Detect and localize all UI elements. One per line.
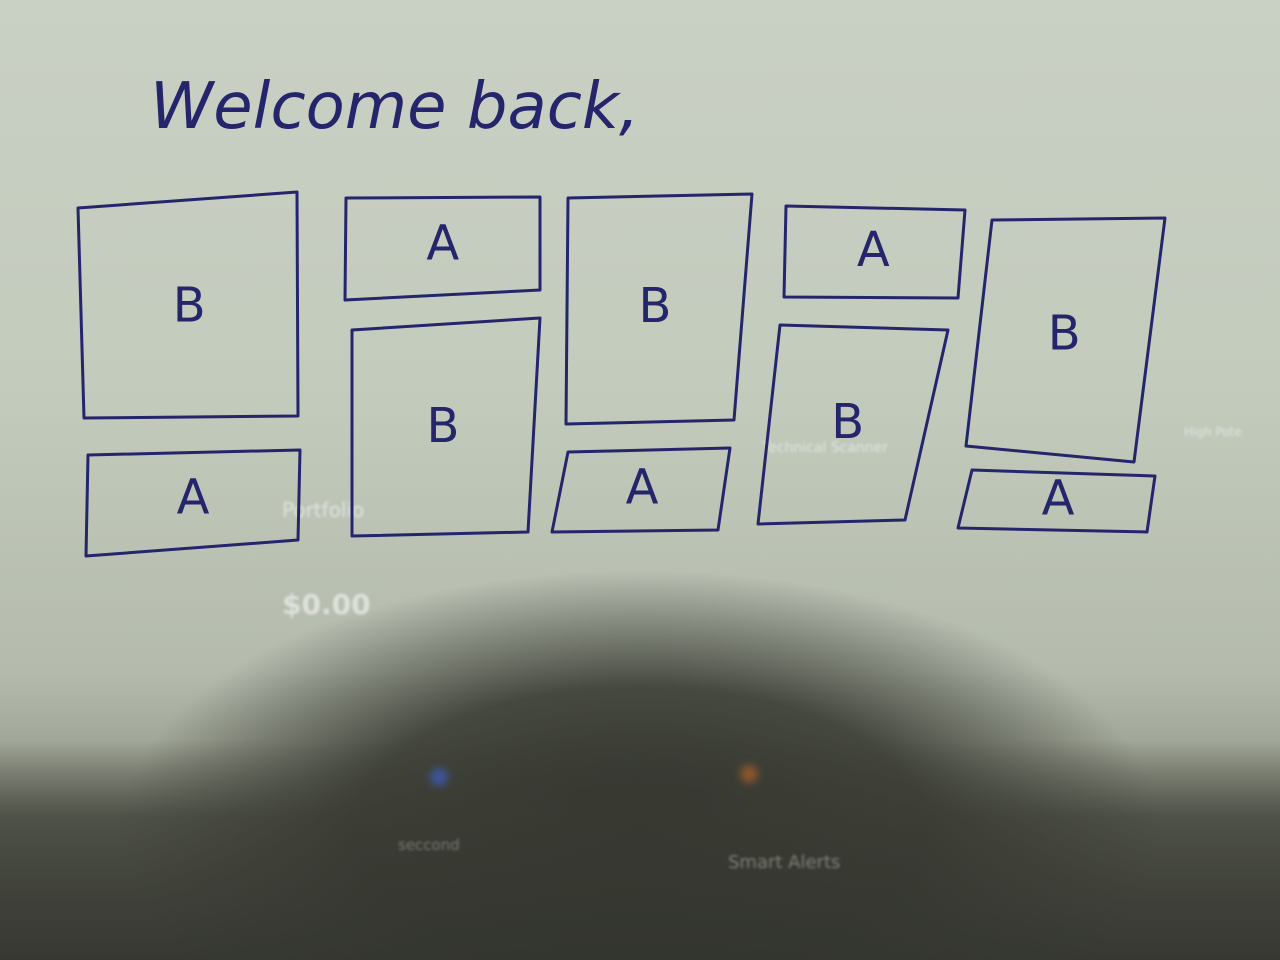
sketch-box: A [550, 446, 732, 534]
sketch-box: B [350, 316, 542, 538]
sketch-box: A [84, 448, 302, 558]
sketch-box-label: A [177, 469, 210, 525]
sketch-box-label: B [173, 278, 206, 334]
sketch-box-label: B [639, 278, 672, 334]
sketch-box: B [756, 323, 950, 526]
sketch-box-label: B [831, 394, 864, 450]
sketch-box: A [782, 204, 967, 300]
sketch-box: B [564, 192, 754, 426]
wireframe-sketch: Welcome back, B A A B B A A B B A [76, 70, 1167, 558]
sketch-boxes: B A A B B A A B B A [76, 190, 1167, 558]
sketch-heading: Welcome back, [150, 70, 639, 144]
sketch-box-label: B [1048, 306, 1081, 362]
sketch-box: A [343, 195, 542, 302]
sketch-box-label: A [426, 215, 459, 271]
sketch-box-label: A [626, 460, 659, 516]
sketch-box-label: A [857, 222, 890, 278]
sketch-box-label: B [427, 398, 460, 454]
sketch-box: B [964, 216, 1167, 464]
sketch-box: A [956, 468, 1157, 534]
sketch-box: B [76, 190, 300, 420]
sketch-box-label: A [1042, 471, 1075, 527]
